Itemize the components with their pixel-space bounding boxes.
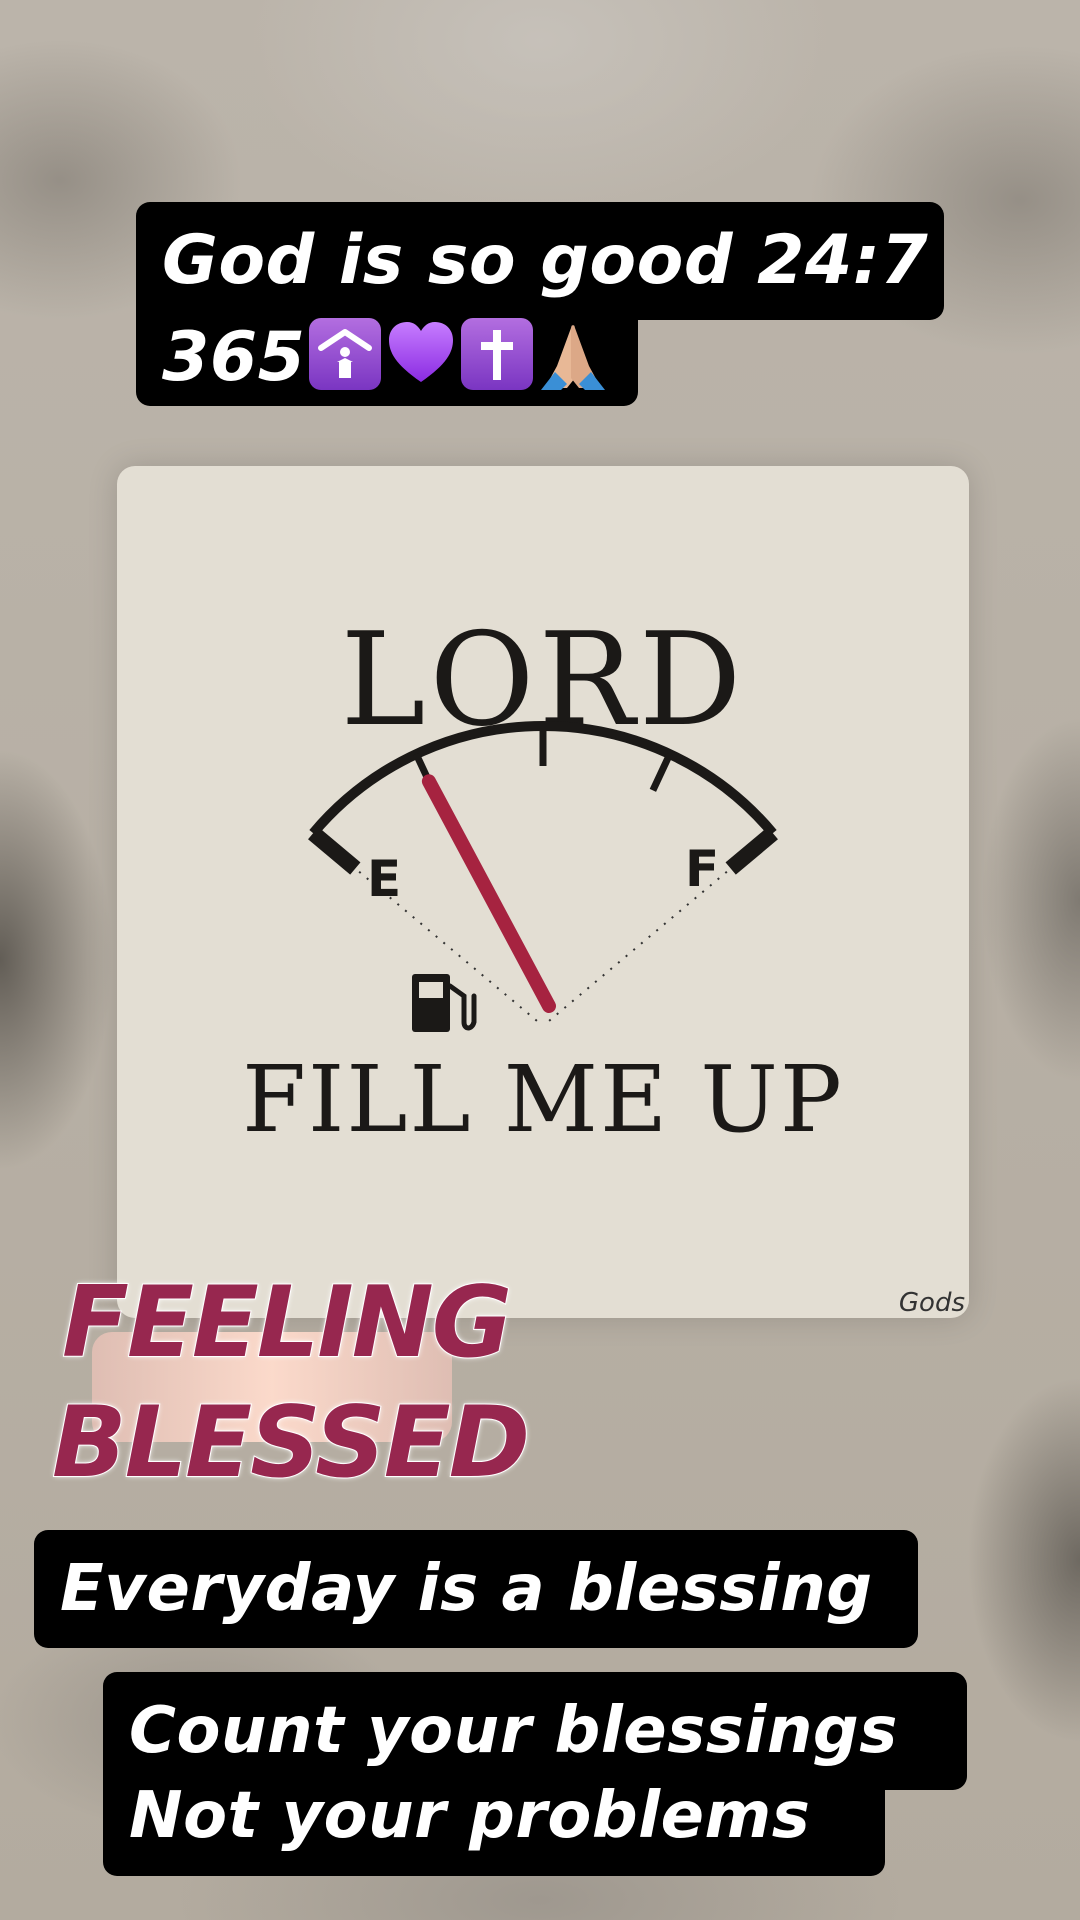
sticker-line2: BLESSED [51, 1385, 531, 1501]
fuel-gauge: E F [308, 721, 778, 1032]
caption-bottom-continued: Not your problems [103, 1784, 885, 1876]
caption-top: God is so good 24:7 [136, 202, 944, 320]
image-credit: Gods [898, 1288, 965, 1318]
caption-bottom: Count your blessings [103, 1672, 967, 1790]
gauge-tick [725, 827, 778, 875]
gauge-needle [421, 774, 556, 1013]
emoji-row [309, 318, 609, 390]
latin-cross-icon [461, 318, 534, 390]
caption-middle-text: Everyday is a blessing [60, 1552, 873, 1626]
caption-top-line1: God is so good 24:7 [162, 221, 929, 300]
caption-bottom-line1: Count your blessings [129, 1694, 898, 1768]
fuel-gauge-image: LORD E F FILL ME UP Gods [117, 466, 969, 1318]
caption-middle: Everyday is a blessing [34, 1530, 918, 1648]
gauge-empty-label: E [367, 850, 401, 908]
caption-bottom-line2: Not your problems [129, 1779, 811, 1853]
folded-hands-icon [537, 318, 609, 390]
gauge-tick [649, 752, 673, 792]
sticker-line1: FEELING [61, 1265, 513, 1381]
purple-heart-icon [385, 318, 457, 390]
gauge-full-label: F [685, 840, 719, 898]
fuel-pump-icon [412, 974, 477, 1032]
gauge-tick [308, 827, 361, 875]
feeling-blessed-sticker: FEELING BLESSED [51, 1262, 531, 1502]
caption-top-continued: 365 [136, 316, 638, 406]
image-subtitle: FILL ME UP [242, 1046, 844, 1153]
place-of-worship-icon [309, 318, 382, 390]
caption-top-line2: 365 [162, 318, 306, 397]
